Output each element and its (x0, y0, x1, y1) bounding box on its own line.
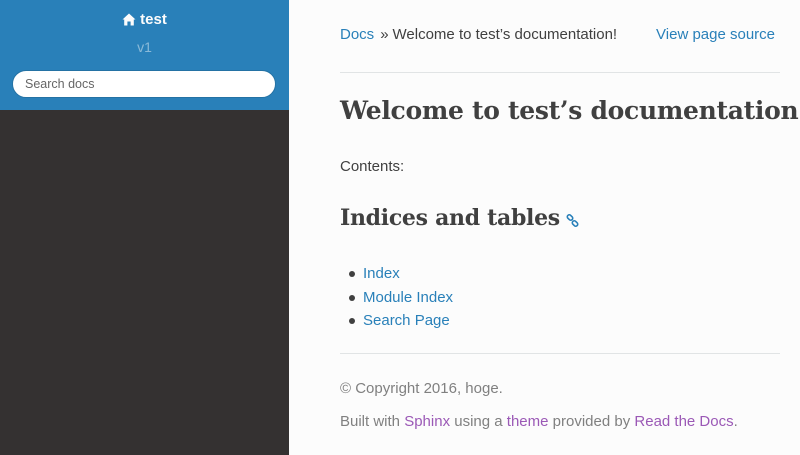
view-page-source-link[interactable]: View page source (656, 26, 775, 44)
footer-divider (340, 353, 780, 354)
list-item: Search Page (349, 309, 453, 333)
breadcrumb-separator: » (380, 26, 389, 43)
breadcrumb-docs-link[interactable]: Docs (340, 26, 374, 43)
copyright-text: © Copyright 2016, hoge. (340, 380, 503, 397)
search-input[interactable] (12, 70, 276, 98)
top-divider (340, 72, 780, 73)
project-home-link[interactable]: test (0, 10, 289, 32)
index-link[interactable]: Index (363, 265, 400, 282)
contents-caption: Contents: (340, 158, 405, 175)
built-suffix: . (733, 413, 738, 430)
sidebar-header: test v1 (0, 0, 289, 110)
link-icon[interactable] (566, 207, 579, 233)
module-index-link[interactable]: Module Index (363, 289, 453, 306)
main-content: Docs» Welcome to test’s documentation! Vi… (289, 0, 800, 455)
theme-link[interactable]: theme (507, 413, 549, 430)
section-title-text: Indices and tables (340, 205, 560, 231)
breadcrumb-current: Welcome to test’s documentation! (392, 26, 618, 43)
page-title: Welcome to test’s documentation! (340, 96, 800, 125)
built-with-text: Built with Sphinx using a theme provided… (340, 413, 738, 430)
project-name: test (140, 11, 167, 28)
indices-list: Index Module Index Search Page (349, 262, 453, 333)
bullet-icon (349, 318, 355, 324)
built-middle-2: provided by (548, 413, 635, 430)
list-item: Index (349, 262, 453, 286)
section-title: Indices and tables (340, 205, 579, 233)
breadcrumb: Docs » Welcome to test’s documentation! (340, 26, 617, 44)
home-icon (122, 12, 136, 32)
sidebar: test v1 (0, 0, 289, 455)
version-label: v1 (137, 39, 152, 55)
search-page-link[interactable]: Search Page (363, 312, 450, 329)
built-middle-1: using a (450, 413, 507, 430)
sphinx-link[interactable]: Sphinx (404, 413, 450, 430)
bullet-icon (349, 271, 355, 277)
bullet-icon (349, 294, 355, 301)
read-the-docs-link[interactable]: Read the Docs (634, 413, 733, 430)
built-prefix: Built with (340, 413, 405, 430)
list-item: Module Index (349, 286, 453, 310)
